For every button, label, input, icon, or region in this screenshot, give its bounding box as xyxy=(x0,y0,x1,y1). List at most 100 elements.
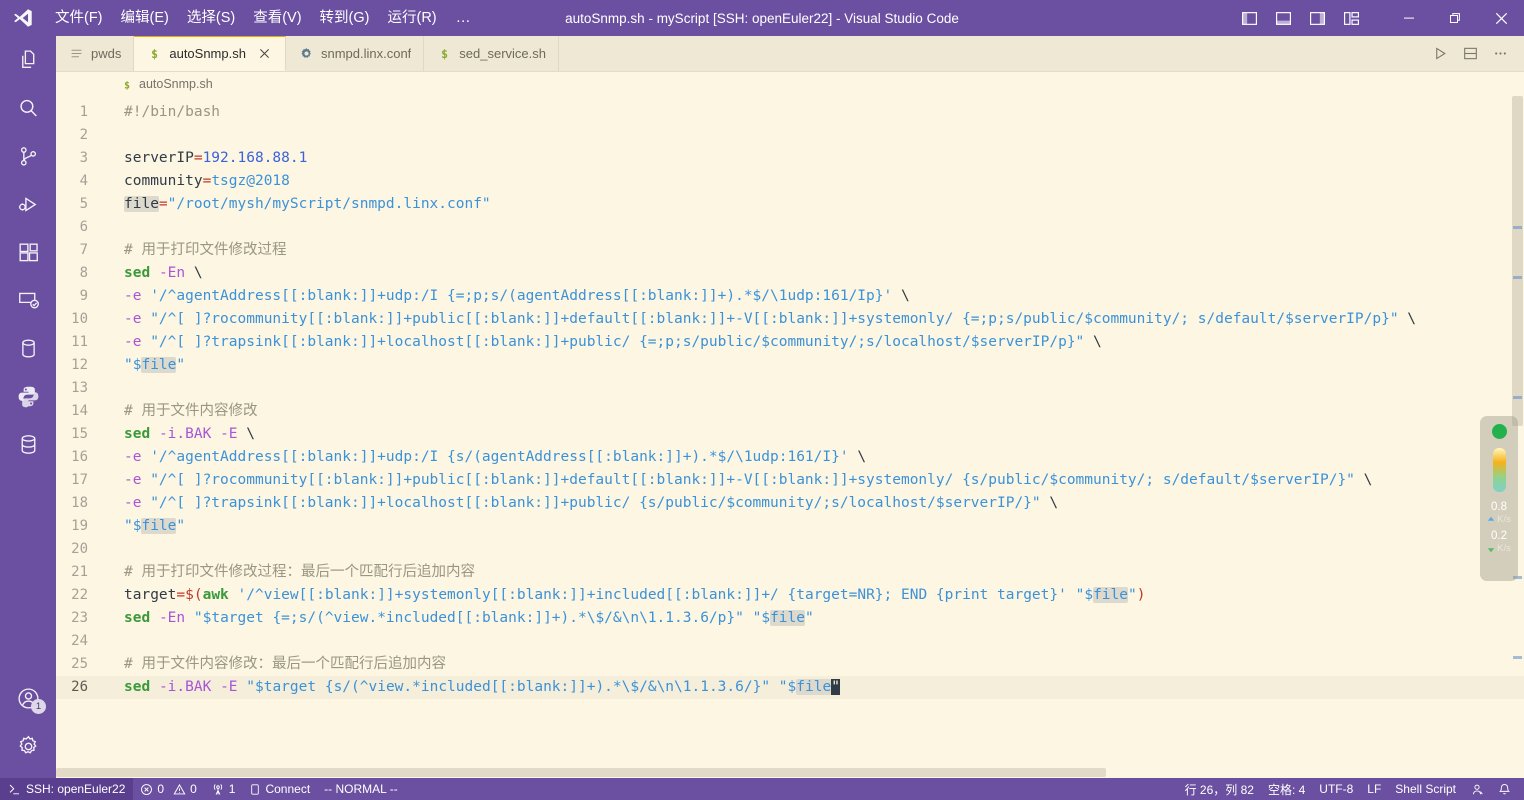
line-content[interactable]: target=$(awk '/^view[[:blank:]]+systemon… xyxy=(110,584,1145,607)
status-cursor-position[interactable]: 行 26，列 82 xyxy=(1178,778,1261,800)
activity-item-run-debug[interactable] xyxy=(0,180,56,228)
toggle-primary-sidebar-icon[interactable] xyxy=(1232,0,1266,36)
tab-close-icon[interactable] xyxy=(256,45,273,62)
menu-more-button[interactable]: … xyxy=(446,0,482,36)
line-content[interactable]: -e "/^[ ]?rocommunity[[:blank:]]+public[… xyxy=(110,469,1372,492)
activity-item-account[interactable]: 1 xyxy=(0,674,56,722)
status-eol[interactable]: LF xyxy=(1360,778,1388,800)
code-line[interactable]: 8 sed -En \ xyxy=(56,262,1524,285)
activity-item-database[interactable] xyxy=(0,324,56,372)
code-line[interactable]: 4 community=tsgz@2018 xyxy=(56,170,1524,193)
status-problems[interactable]: 0 0 xyxy=(133,778,203,800)
code-line[interactable]: 10 -e "/^[ ]?rocommunity[[:blank:]]+publi… xyxy=(56,308,1524,331)
toggle-secondary-sidebar-icon[interactable] xyxy=(1300,0,1334,36)
run-button[interactable] xyxy=(1426,40,1454,68)
status-language-mode[interactable]: Shell Script xyxy=(1388,778,1463,800)
menu-selection[interactable]: 选择(S) xyxy=(178,0,244,36)
more-actions-button[interactable] xyxy=(1486,40,1514,68)
status-feedback[interactable] xyxy=(1463,778,1491,800)
code-line[interactable]: 3 serverIP=192.168.88.1 xyxy=(56,147,1524,170)
tab-snmpd-linx-conf[interactable]: snmpd.linx.conf xyxy=(285,36,425,71)
code-line[interactable]: 15 sed -i.BAK -E \ xyxy=(56,423,1524,446)
code-line[interactable]: 22 target=$(awk '/^view[[:blank:]]+system… xyxy=(56,584,1524,607)
code-line[interactable]: 2 xyxy=(56,124,1524,147)
restore-button[interactable] xyxy=(1432,0,1478,36)
status-encoding[interactable]: UTF-8 xyxy=(1312,778,1360,800)
code-line[interactable]: 9 -e '/^agentAddress[[:blank:]]+udp:/I {=… xyxy=(56,285,1524,308)
close-button[interactable] xyxy=(1478,0,1524,36)
activity-item-source-control[interactable] xyxy=(0,132,56,180)
line-content[interactable]: sed -En \ xyxy=(110,262,203,285)
activity-item-sqltools[interactable] xyxy=(0,420,56,468)
line-content[interactable]: # 用于打印文件修改过程 xyxy=(110,239,286,262)
code-line[interactable]: 12 "$file" xyxy=(56,354,1524,377)
code-line[interactable]: 20 xyxy=(56,538,1524,561)
menu-edit[interactable]: 编辑(E) xyxy=(112,0,178,36)
code-editor[interactable]: 1 #!/bin/bash 2 3 serverIP=192.168.88.1 4 com… xyxy=(56,96,1524,778)
line-content[interactable]: sed -i.BAK -E "$target {s/(^view.*includ… xyxy=(110,676,840,699)
menu-view[interactable]: 查看(V) xyxy=(244,0,310,36)
code-line[interactable]: 19 "$file" xyxy=(56,515,1524,538)
line-content[interactable]: -e "/^[ ]?rocommunity[[:blank:]]+public[… xyxy=(110,308,1416,331)
code-line[interactable]: 14 # 用于文件内容修改 xyxy=(56,400,1524,423)
line-content[interactable]: "$file" xyxy=(110,515,185,538)
code-line[interactable]: 13 xyxy=(56,377,1524,400)
code-lines[interactable]: 1 #!/bin/bash 2 3 serverIP=192.168.88.1 4 com… xyxy=(56,96,1524,778)
toggle-panel-icon[interactable] xyxy=(1266,0,1300,36)
line-content[interactable] xyxy=(110,538,133,561)
code-line[interactable]: 5 file="/root/mysh/myScript/snmpd.linx.co… xyxy=(56,193,1524,216)
code-line[interactable]: 17 -e "/^[ ]?rocommunity[[:blank:]]+publi… xyxy=(56,469,1524,492)
line-content[interactable]: -e "/^[ ]?trapsink[[:blank:]]+localhost[… xyxy=(110,331,1102,354)
menu-go[interactable]: 转到(G) xyxy=(311,0,379,36)
status-ports[interactable]: 1 xyxy=(204,778,243,800)
code-line[interactable]: 21 # 用于打印文件修改过程：最后一个匹配行后追加内容 xyxy=(56,561,1524,584)
customize-layout-icon[interactable] xyxy=(1334,0,1368,36)
activity-item-settings[interactable] xyxy=(0,722,56,770)
line-content[interactable] xyxy=(110,377,133,400)
code-line[interactable]: 7 # 用于打印文件修改过程 xyxy=(56,239,1524,262)
minimize-button[interactable] xyxy=(1386,0,1432,36)
line-content[interactable]: file="/root/mysh/myScript/snmpd.linx.con… xyxy=(110,193,491,216)
status-remote-indicator[interactable]: SSH: openEuler22 xyxy=(0,778,134,800)
line-content[interactable]: -e "/^[ ]?trapsink[[:blank:]]+localhost[… xyxy=(110,492,1058,515)
activity-item-search[interactable] xyxy=(0,84,56,132)
activity-item-extensions[interactable] xyxy=(0,228,56,276)
line-content[interactable]: # 用于文件内容修改：最后一个匹配行后追加内容 xyxy=(110,653,446,676)
tab-pwds[interactable]: pwds xyxy=(56,36,135,71)
line-content[interactable]: -e '/^agentAddress[[:blank:]]+udp:/I {s/… xyxy=(110,446,866,469)
line-content[interactable]: serverIP=192.168.88.1 xyxy=(110,147,307,170)
network-monitor-widget[interactable]: 0.8 K/s 0.2 K/s xyxy=(1480,416,1518,581)
code-line[interactable]: 24 xyxy=(56,630,1524,653)
split-editor-button[interactable] xyxy=(1456,40,1484,68)
line-content[interactable]: sed -i.BAK -E \ xyxy=(110,423,255,446)
code-line[interactable]: 18 -e "/^[ ]?trapsink[[:blank:]]+localhos… xyxy=(56,492,1524,515)
status-connect[interactable]: Connect xyxy=(242,778,317,800)
code-line[interactable]: 23 sed -En "$target {=;s/(^view.*included… xyxy=(56,607,1524,630)
status-indentation[interactable]: 空格: 4 xyxy=(1261,778,1312,800)
code-line[interactable]: 6 xyxy=(56,216,1524,239)
code-line[interactable]: 26 sed -i.BAK -E "$target {s/(^view.*incl… xyxy=(56,676,1524,699)
line-content[interactable]: # 用于文件内容修改 xyxy=(110,400,257,423)
menu-file[interactable]: 文件(F) xyxy=(46,0,112,36)
line-content[interactable]: community=tsgz@2018 xyxy=(110,170,290,193)
scrollbar-thumb[interactable] xyxy=(1512,96,1523,426)
line-content[interactable]: "$file" xyxy=(110,354,185,377)
menu-run[interactable]: 运行(R) xyxy=(378,0,445,36)
line-content[interactable]: #!/bin/bash xyxy=(110,101,220,124)
code-line[interactable]: 1 #!/bin/bash xyxy=(56,101,1524,124)
code-line[interactable]: 25 # 用于文件内容修改：最后一个匹配行后追加内容 xyxy=(56,653,1524,676)
line-content[interactable]: # 用于打印文件修改过程：最后一个匹配行后追加内容 xyxy=(110,561,475,584)
breadcrumb[interactable]: $ autoSnmp.sh xyxy=(56,72,1524,96)
activity-item-explorer[interactable] xyxy=(0,36,56,84)
hscrollbar-thumb[interactable] xyxy=(56,768,1106,777)
horizontal-scrollbar[interactable] xyxy=(56,767,1510,778)
status-notifications[interactable] xyxy=(1491,778,1518,800)
line-content[interactable]: -e '/^agentAddress[[:blank:]]+udp:/I {=;… xyxy=(110,285,910,308)
activity-item-python[interactable] xyxy=(0,372,56,420)
code-line[interactable]: 11 -e "/^[ ]?trapsink[[:blank:]]+localhos… xyxy=(56,331,1524,354)
tab-autoSnmp-sh[interactable]: $ autoSnmp.sh xyxy=(134,36,286,71)
line-content[interactable] xyxy=(110,216,133,239)
tab-sed-service-sh[interactable]: $ sed_service.sh xyxy=(424,36,560,71)
code-line[interactable]: 16 -e '/^agentAddress[[:blank:]]+udp:/I {… xyxy=(56,446,1524,469)
line-content[interactable]: sed -En "$target {=;s/(^view.*included[[… xyxy=(110,607,814,630)
